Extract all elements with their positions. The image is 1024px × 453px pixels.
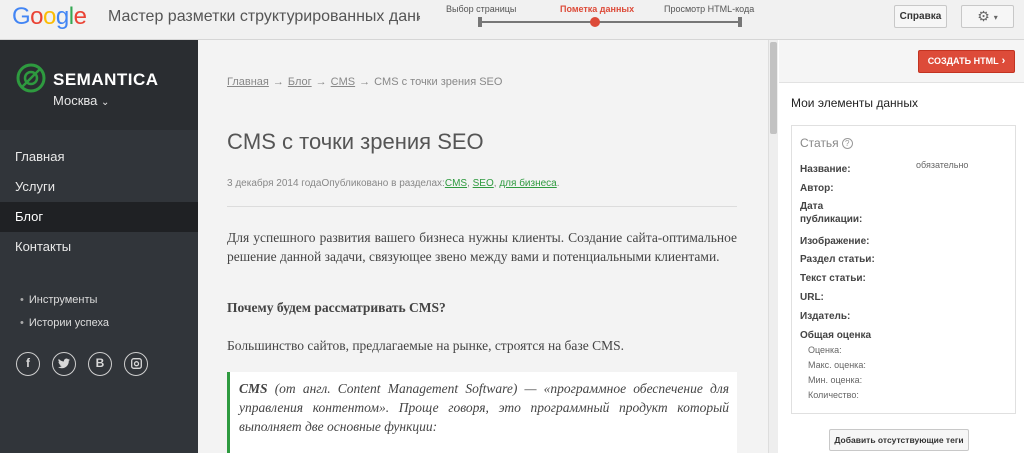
chevron-down-icon: ⌄ — [101, 97, 110, 108]
subfield-min-rating[interactable]: Мин. оценка: — [808, 375, 862, 385]
sub-link-success-stories[interactable]: Истории успеха — [20, 317, 109, 329]
logo-letter: e — [73, 3, 87, 30]
tool-title: Мастер разметки структурированных данны — [108, 8, 420, 25]
google-logo[interactable]: Google — [12, 3, 87, 31]
steps-progress-line — [480, 21, 740, 23]
field-url[interactable]: URL: — [800, 291, 824, 304]
article-items-box: Статья? Название: Автор: Дата публикации… — [791, 125, 1016, 414]
settings-button[interactable]: ⚙ ▾ — [961, 5, 1014, 28]
required-note: обязательно — [916, 160, 969, 170]
article-date: 3 декабря 2014 годаОпубликовано в раздел… — [227, 178, 445, 189]
nav-item-blog[interactable]: Блог — [0, 202, 198, 232]
twitter-icon[interactable] — [52, 352, 76, 376]
subfield-rating[interactable]: Оценка: — [808, 345, 842, 355]
data-items-panel: СОЗДАТЬ HTML › Мои элементы данных Статья… — [779, 40, 1024, 453]
article-paragraph: Большинство сайтов, предлагаемые на рынк… — [227, 338, 625, 353]
step-tag-data[interactable]: Пометка данных — [560, 4, 634, 14]
nav-item-contacts[interactable]: Контакты — [0, 232, 198, 262]
panel-heading: Мои элементы данных — [791, 96, 918, 110]
article-title: CMS с точки зрения SEO — [227, 129, 484, 154]
breadcrumb-arrow-icon: → — [315, 76, 327, 88]
article-paragraph: Для успешного развития вашего бизнеса ну… — [227, 230, 737, 264]
step-dot — [478, 17, 482, 27]
step-dot — [738, 17, 742, 27]
title-dropdown-icon[interactable]: › — [416, 9, 421, 25]
step-select-page[interactable]: Выбор страницы — [446, 4, 516, 14]
subfield-max-rating[interactable]: Макс. оценка: — [808, 360, 866, 370]
city-selector[interactable]: Москва ⌄ — [53, 93, 109, 108]
field-aggregate-rating[interactable]: Общая оценка — [800, 329, 871, 342]
create-html-button[interactable]: СОЗДАТЬ HTML › — [918, 50, 1015, 73]
chevron-right-icon: › — [1001, 55, 1006, 67]
create-html-label: СОЗДАТЬ HTML — [927, 56, 999, 66]
article-content: Главная → Блог → CMS → CMS с точки зрения SEO … — [198, 40, 768, 453]
article-scrollbar[interactable] — [768, 40, 778, 453]
item-type-title: Статья? — [800, 136, 853, 150]
category-link-seo[interactable]: SEO — [473, 178, 494, 189]
step-dot-active — [590, 17, 600, 27]
field-name[interactable]: Название: — [800, 163, 851, 176]
meta-divider — [227, 206, 737, 207]
facebook-icon[interactable]: f — [16, 352, 40, 376]
field-publish-date[interactable]: Дата публикации: — [800, 200, 880, 226]
field-image[interactable]: Изображение: — [800, 235, 869, 248]
caret-down-icon: ▾ — [993, 12, 998, 22]
logo-letter: o — [30, 3, 44, 30]
nav-item-services[interactable]: Услуги — [0, 172, 198, 202]
instagram-icon[interactable] — [124, 352, 148, 376]
field-body[interactable]: Текст статьи: — [800, 272, 866, 285]
category-link-cms[interactable]: CMS — [445, 178, 467, 189]
article-subheading: Почему будем рассматривать CMS? — [227, 300, 446, 315]
breadcrumb-arrow-icon: → — [272, 76, 284, 88]
item-type-label: Статья — [800, 136, 839, 150]
nav-item-home[interactable]: Главная — [0, 142, 198, 172]
twitter-bird-glyph — [58, 358, 70, 369]
sub-link-tools[interactable]: Инструменты — [20, 294, 98, 306]
top-bar: Google Мастер разметки структурированных… — [0, 0, 1024, 40]
logo-letter: G — [12, 3, 31, 30]
field-publisher[interactable]: Издатель: — [800, 310, 850, 323]
gear-icon: ⚙ — [977, 8, 990, 24]
breadcrumb-current: CMS с точки зрения SEO — [374, 76, 503, 88]
breadcrumb-home[interactable]: Главная — [227, 76, 269, 88]
add-missing-tags-button[interactable]: Добавить отсутствующие теги — [829, 429, 969, 451]
field-section[interactable]: Раздел статьи: — [800, 253, 875, 266]
article-meta: 3 декабря 2014 годаОпубликовано в раздел… — [227, 178, 560, 189]
quote-term: CMS — [239, 381, 268, 396]
logo-letter: o — [43, 3, 56, 30]
semantica-logo-icon[interactable] — [15, 62, 47, 94]
quote-text: (от англ. Content Management Software) —… — [239, 381, 729, 434]
article-quote: CMS (от англ. Content Management Softwar… — [227, 372, 737, 453]
category-link-business[interactable]: для бизнеса — [499, 178, 556, 189]
field-author[interactable]: Автор: — [800, 182, 834, 195]
subfield-count[interactable]: Количество: — [808, 390, 859, 400]
panel-toolbar: СОЗДАТЬ HTML › — [779, 40, 1024, 83]
help-button[interactable]: Справка — [894, 5, 947, 28]
vk-icon[interactable]: B — [88, 352, 112, 376]
step-view-html[interactable]: Просмотр HTML-кода — [664, 4, 754, 14]
city-label: Москва — [53, 93, 98, 108]
site-sidebar: SEMANTICA Москва ⌄ Главная Услуги Блог К… — [0, 40, 198, 453]
help-icon[interactable]: ? — [841, 138, 853, 149]
instagram-glyph — [130, 358, 142, 369]
sidebar-header: SEMANTICA Москва ⌄ — [0, 40, 198, 130]
brand-name[interactable]: SEMANTICA — [53, 70, 159, 90]
breadcrumb-arrow-icon: → — [359, 76, 371, 88]
breadcrumb-blog[interactable]: Блог — [288, 76, 312, 88]
logo-letter: g — [55, 3, 69, 30]
breadcrumb: Главная → Блог → CMS → CMS с точки зрения SEO — [227, 76, 502, 88]
breadcrumb-cms[interactable]: CMS — [331, 76, 355, 88]
scrollbar-thumb[interactable] — [770, 42, 777, 134]
